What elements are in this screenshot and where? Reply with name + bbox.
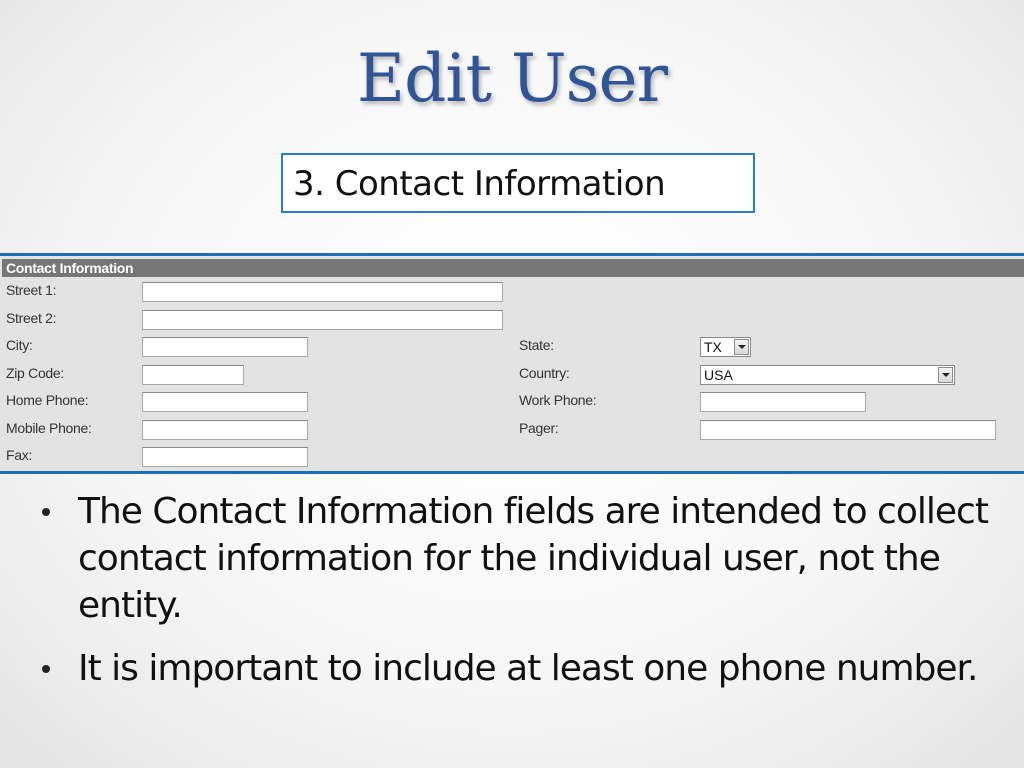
state-label: State: bbox=[519, 337, 554, 353]
bullet-dot-icon bbox=[42, 665, 50, 673]
home-phone-label: Home Phone: bbox=[6, 392, 89, 408]
form-section-header: Contact Information bbox=[2, 259, 1024, 277]
section-subtitle-box: 3. Contact Information bbox=[281, 153, 755, 213]
slide-title: Edit User bbox=[356, 40, 668, 117]
bullet-item: It is important to include at least one … bbox=[40, 645, 1000, 692]
work-phone-input[interactable] bbox=[700, 392, 866, 412]
contact-information-form: Contact Information Street 1: Street 2: … bbox=[0, 253, 1024, 474]
street1-input[interactable] bbox=[142, 282, 503, 302]
bullet-text: It is important to include at least one … bbox=[78, 648, 978, 689]
state-select[interactable]: TX bbox=[700, 337, 751, 357]
country-select[interactable]: USA bbox=[700, 365, 955, 385]
pager-label: Pager: bbox=[519, 420, 559, 436]
country-select-value: USA bbox=[704, 367, 733, 383]
zip-code-input[interactable] bbox=[142, 365, 244, 385]
street1-label: Street 1: bbox=[6, 282, 57, 298]
bullet-dot-icon bbox=[42, 508, 50, 516]
state-select-value: TX bbox=[704, 339, 722, 355]
fax-label: Fax: bbox=[6, 447, 33, 463]
city-input[interactable] bbox=[142, 337, 308, 357]
chevron-down-icon[interactable] bbox=[938, 367, 953, 383]
bullet-text: The Contact Information fields are inten… bbox=[78, 491, 989, 626]
city-label: City: bbox=[6, 337, 33, 353]
street2-input[interactable] bbox=[142, 310, 503, 330]
country-label: Country: bbox=[519, 365, 570, 381]
pager-input[interactable] bbox=[700, 420, 996, 440]
street2-label: Street 2: bbox=[6, 310, 57, 326]
mobile-phone-label: Mobile Phone: bbox=[6, 420, 92, 436]
zip-code-label: Zip Code: bbox=[6, 365, 64, 381]
bullet-list: The Contact Information fields are inten… bbox=[40, 488, 1000, 708]
mobile-phone-input[interactable] bbox=[142, 420, 308, 440]
section-subtitle: 3. Contact Information bbox=[293, 164, 666, 204]
home-phone-input[interactable] bbox=[142, 392, 308, 412]
fax-input[interactable] bbox=[142, 447, 308, 467]
work-phone-label: Work Phone: bbox=[519, 392, 597, 408]
bullet-item: The Contact Information fields are inten… bbox=[40, 488, 1000, 629]
chevron-down-icon[interactable] bbox=[734, 339, 749, 355]
